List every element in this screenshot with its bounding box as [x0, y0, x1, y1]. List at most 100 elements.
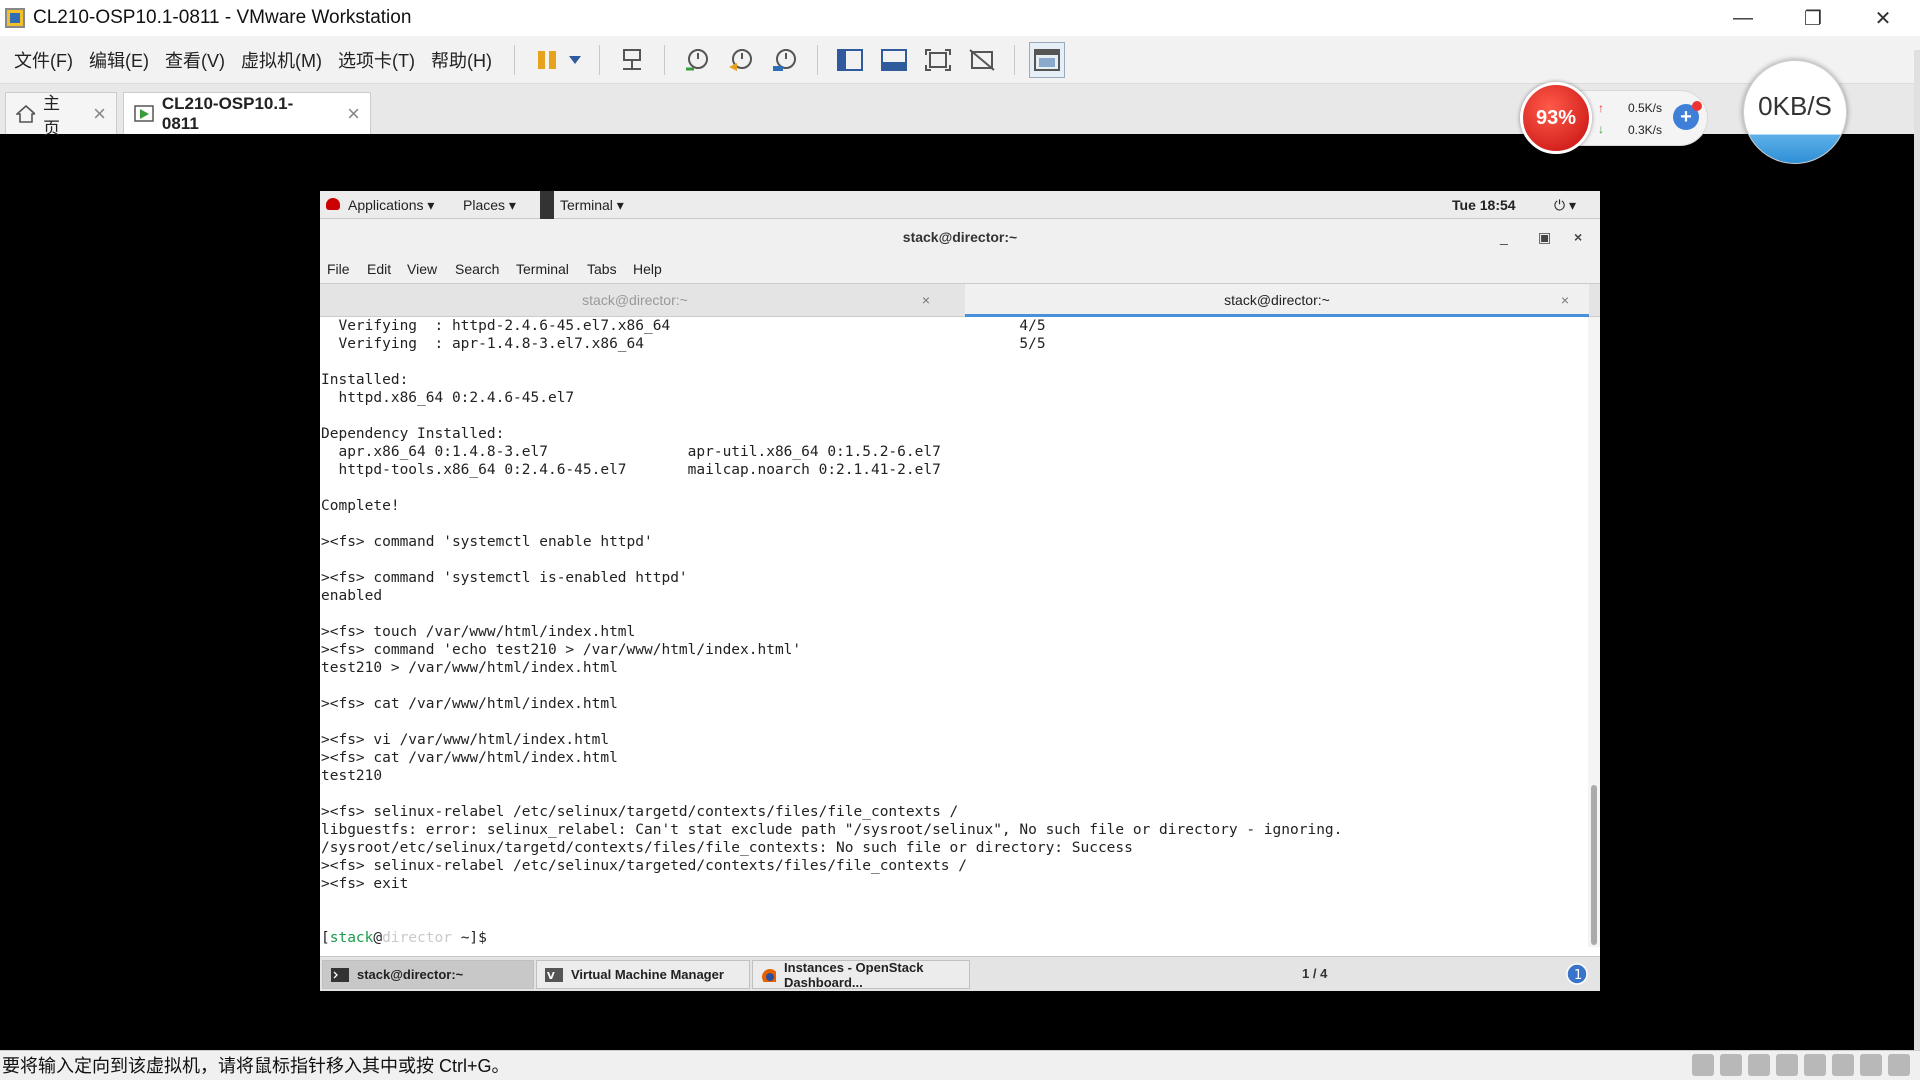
prompt-at: @: [373, 930, 383, 946]
svg-text:V: V: [547, 971, 555, 982]
speed-ball-widget[interactable]: 0KB/S +0KB/s: [1743, 60, 1847, 164]
terminal-menu-tabs[interactable]: Tabs: [587, 261, 617, 277]
tab-home[interactable]: 主页 ×: [5, 92, 117, 138]
terminal-tab-2-label: stack@director:~: [1224, 292, 1330, 308]
terminal-line: ><fs> command 'echo test210 > /var/www/h…: [321, 642, 802, 658]
toolbar-divider: [1013, 44, 1015, 75]
minimize-icon[interactable]: —: [1714, 0, 1772, 36]
close-tab-icon[interactable]: ×: [1561, 284, 1569, 317]
menu-help[interactable]: 帮助(H): [431, 47, 492, 73]
virt-manager-icon: V: [545, 967, 563, 982]
network-adapter-icon[interactable]: [1748, 1054, 1770, 1076]
menu-file[interactable]: 文件(F): [14, 47, 73, 73]
terminal-line: Complete!: [321, 498, 400, 514]
minimize-icon[interactable]: _: [1500, 219, 1508, 255]
cd-dvd-icon[interactable]: [1720, 1054, 1742, 1076]
accelerate-plus-icon[interactable]: +: [1673, 101, 1702, 130]
console-view-icon[interactable]: [1028, 41, 1065, 78]
taskbar-firefox[interactable]: Instances - OpenStack Dashboard...: [752, 960, 970, 990]
terminal-line: ><fs> touch /var/www/html/index.html: [321, 624, 636, 640]
close-tab-icon[interactable]: ×: [93, 101, 106, 127]
terminal-menu-help[interactable]: Help: [633, 261, 662, 277]
prompt-bracket: [: [321, 930, 330, 946]
terminal-title: stack@director:~: [902, 229, 1018, 245]
snapshot-take-icon[interactable]: [679, 42, 715, 78]
send-ctrl-alt-del-icon[interactable]: [614, 42, 650, 78]
terminal-tab-2[interactable]: stack@director:~ ×: [965, 284, 1589, 317]
printer-icon[interactable]: [1832, 1054, 1854, 1076]
pause-icon[interactable]: [529, 42, 565, 78]
terminal-scrollbar[interactable]: [1588, 317, 1600, 947]
menu-edit[interactable]: 编辑(E): [89, 47, 149, 73]
display-icon[interactable]: [1860, 1054, 1882, 1076]
terminal-tab-1[interactable]: stack@director:~ ×: [320, 284, 950, 317]
guest-vm-screen[interactable]: Applications ▾ Places ▾ Terminal ▾ Tue 1…: [320, 191, 1600, 991]
download-speed: 0.3K/s: [1628, 123, 1663, 137]
terminal-line: ><fs> cat /var/www/html/index.html: [321, 750, 618, 766]
speed-main-value: 0KB/S: [1758, 91, 1832, 121]
workspace-indicator[interactable]: 1 / 4: [1302, 966, 1327, 981]
menu-vm[interactable]: 虚拟机(M): [241, 47, 322, 73]
close-icon[interactable]: ✕: [1854, 0, 1912, 36]
toolbar-divider: [816, 44, 818, 75]
applications-menu[interactable]: Applications ▾: [348, 197, 434, 214]
terminal-line: test210 > /var/www/html/index.html: [321, 660, 618, 676]
tab-vm-label: CL210-OSP10.1-0811: [161, 93, 294, 133]
close-tab-icon[interactable]: ×: [922, 284, 930, 317]
restore-icon[interactable]: ❐: [1784, 0, 1842, 36]
terminal-line: httpd.x86_64 0:2.4.6-45.el7: [321, 390, 575, 406]
taskbar-virt-manager[interactable]: V Virtual Machine Manager: [536, 960, 750, 989]
taskbar-terminal-label: stack@director:~: [357, 967, 464, 982]
hard-disk-icon[interactable]: [1692, 1054, 1714, 1076]
terminal-app-menu[interactable]: Terminal ▾: [560, 197, 624, 214]
maximize-icon[interactable]: ▣: [1538, 219, 1551, 255]
terminal-menu-search[interactable]: Search: [455, 261, 499, 277]
host-status-bar: 要将输入定向到该虚拟机，请将鼠标指针移入其中或按 Ctrl+G。: [0, 1050, 1920, 1080]
terminal-menu-view[interactable]: View: [407, 261, 437, 277]
speed-sub-value: +0KB/s: [1773, 120, 1817, 135]
terminal-line: Installed:: [321, 372, 409, 388]
toolbar-divider: [663, 44, 665, 75]
terminal-menu-terminal[interactable]: Terminal: [516, 261, 569, 277]
message-log-icon[interactable]: [1888, 1054, 1910, 1076]
vmware-logo-icon: [5, 8, 25, 28]
chevron-down-icon[interactable]: [565, 42, 585, 78]
close-icon[interactable]: ×: [1574, 219, 1582, 255]
terminal-line: Dependency Installed:: [321, 426, 505, 442]
taskbar-terminal[interactable]: stack@director:~: [322, 960, 534, 989]
scrollbar-thumb[interactable]: [1591, 785, 1597, 945]
sound-card-icon[interactable]: [1804, 1054, 1826, 1076]
memory-usage-badge[interactable]: 93%: [1520, 82, 1592, 154]
notification-info-icon[interactable]: 1: [1566, 963, 1588, 985]
terminal-icon: [331, 967, 349, 982]
terminal-line: ><fs> exit: [321, 876, 409, 892]
full-screen-icon[interactable]: [920, 42, 956, 78]
unity-mode-icon[interactable]: [964, 42, 1000, 78]
close-tab-icon[interactable]: ×: [347, 101, 360, 127]
show-thumbnail-bar-icon[interactable]: [876, 42, 912, 78]
host-title-bar: CL210-OSP10.1-0811 - VMware Workstation …: [0, 0, 1920, 36]
menu-tabs[interactable]: 选项卡(T): [338, 47, 415, 73]
terminal-prompt[interactable]: [stack@director ~]$: [321, 929, 1590, 947]
terminal-line: libguestfs: error: selinux_relabel: Can'…: [321, 822, 1343, 838]
terminal-menu-file[interactable]: File: [327, 261, 350, 277]
usb-controller-icon[interactable]: [1776, 1054, 1798, 1076]
upload-arrow-icon: ↑: [1598, 101, 1604, 115]
terminal-output[interactable]: Verifying : httpd-2.4.6-45.el7.x86_64 4/…: [320, 317, 1590, 947]
terminal-tab-bar: stack@director:~ × stack@director:~ ×: [320, 283, 1600, 317]
snapshot-manager-icon[interactable]: [767, 42, 803, 78]
terminal-line: Verifying : httpd-2.4.6-45.el7.x86_64 4/…: [321, 318, 1046, 334]
show-library-icon[interactable]: [832, 42, 868, 78]
terminal-menu-edit[interactable]: Edit: [367, 261, 391, 277]
tab-vm[interactable]: CL210-OSP10.1-0811 ×: [123, 92, 371, 134]
places-menu[interactable]: Places ▾: [463, 197, 516, 214]
snapshot-revert-icon[interactable]: [723, 42, 759, 78]
menu-view[interactable]: 查看(V): [165, 47, 225, 73]
clock[interactable]: Tue 18:54: [1452, 197, 1516, 213]
terminal-line: ><fs> command 'systemctl enable httpd': [321, 534, 653, 550]
power-menu-icon[interactable]: ⏻ ▾: [1554, 197, 1576, 214]
